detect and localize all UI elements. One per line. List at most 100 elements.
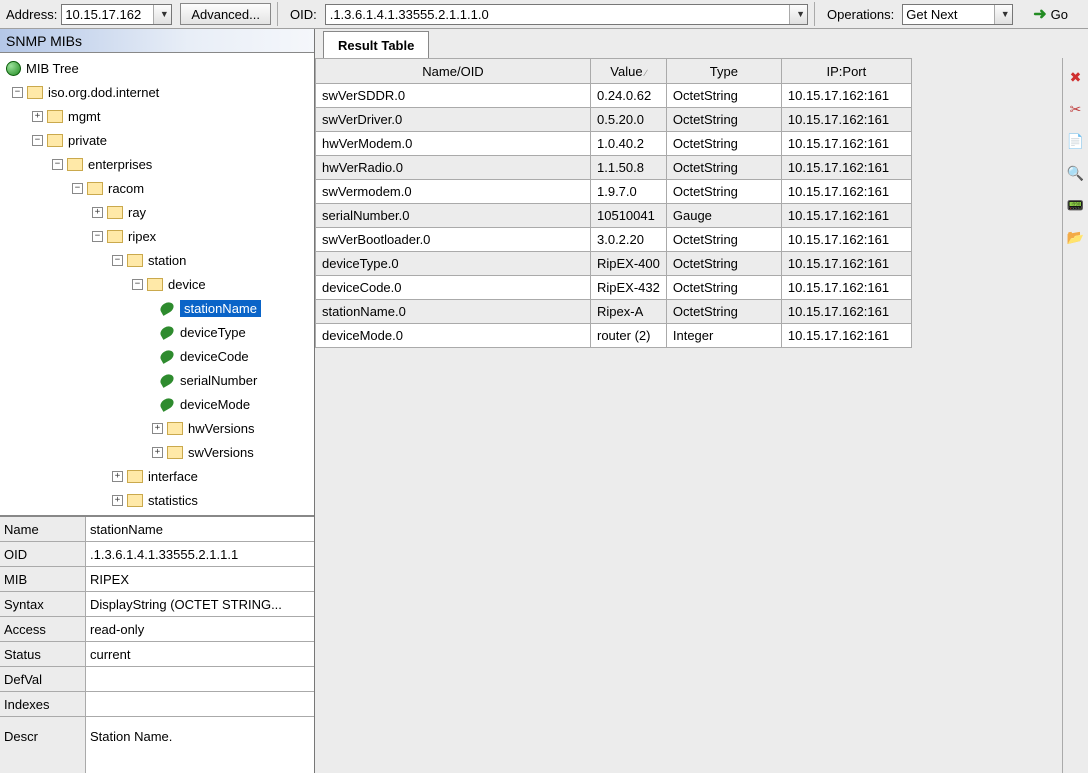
detail-row-status: Statuscurrent — [0, 642, 314, 667]
cell-name: stationName.0 — [316, 300, 591, 324]
col-ip[interactable]: IP:Port — [781, 59, 911, 84]
cell-name: swVerBootloader.0 — [316, 228, 591, 252]
cell-name: serialNumber.0 — [316, 204, 591, 228]
mib-tree[interactable]: MIB Tree −iso.org.dod.internet +mgmt −pr… — [0, 53, 314, 516]
chevron-down-icon[interactable]: ▼ — [789, 5, 807, 24]
folder-icon — [107, 206, 123, 219]
cell-ip: 10.15.17.162:161 — [781, 300, 911, 324]
tree-leaf-devicetype[interactable]: deviceType — [6, 320, 314, 344]
col-type[interactable]: Type — [666, 59, 781, 84]
folder-icon — [167, 446, 183, 459]
search-icon[interactable]: 🔍 — [1067, 164, 1085, 182]
cell-value: 1.1.50.8 — [591, 156, 667, 180]
cell-type: Integer — [666, 324, 781, 348]
table-row[interactable]: serialNumber.010510041Gauge10.15.17.162:… — [316, 204, 912, 228]
table-row[interactable]: stationName.0Ripex-AOctetString10.15.17.… — [316, 300, 912, 324]
operations-value: Get Next — [903, 7, 957, 22]
table-header-row[interactable]: Name/OID Value Type IP:Port — [316, 59, 912, 84]
folder-icon — [167, 422, 183, 435]
folder-icon — [87, 182, 103, 195]
cell-value: Ripex-A — [591, 300, 667, 324]
cell-value: 0.5.20.0 — [591, 108, 667, 132]
tree-node-iso[interactable]: −iso.org.dod.internet — [6, 80, 314, 104]
tree-node-ripex[interactable]: −ripex — [6, 224, 314, 248]
tab-result-table[interactable]: Result Table — [323, 31, 429, 58]
folder-icon — [107, 230, 123, 243]
oid-input[interactable]: .1.3.6.1.4.1.33555.2.1.1.1.0 ▼ — [325, 4, 808, 25]
open-icon[interactable]: 📂 — [1067, 228, 1085, 246]
tree-node-ray[interactable]: +ray — [6, 200, 314, 224]
address-combo[interactable]: 10.15.17.162 ▼ — [61, 4, 172, 25]
table-row[interactable]: swVermodem.01.9.7.0OctetString10.15.17.1… — [316, 180, 912, 204]
cell-type: OctetString — [666, 276, 781, 300]
chevron-down-icon[interactable]: ▼ — [994, 5, 1012, 24]
mibs-header: SNMP MIBs — [0, 29, 314, 53]
tree-node-device[interactable]: −device — [6, 272, 314, 296]
table-row[interactable]: swVerSDDR.00.24.0.62OctetString10.15.17.… — [316, 84, 912, 108]
device-icon[interactable]: 📟 — [1067, 196, 1085, 214]
tree-node-hwversions[interactable]: +hwVersions — [6, 416, 314, 440]
tree-node-enterprises[interactable]: −enterprises — [6, 152, 314, 176]
cell-type: OctetString — [666, 252, 781, 276]
table-row[interactable]: deviceCode.0RipEX-432OctetString10.15.17… — [316, 276, 912, 300]
cell-name: swVerDriver.0 — [316, 108, 591, 132]
cell-name: hwVerRadio.0 — [316, 156, 591, 180]
cell-ip: 10.15.17.162:161 — [781, 204, 911, 228]
tree-node-mgmt[interactable]: +mgmt — [6, 104, 314, 128]
table-row[interactable]: deviceMode.0router (2)Integer10.15.17.16… — [316, 324, 912, 348]
go-button[interactable]: ➜ Go — [1027, 3, 1074, 25]
table-row[interactable]: hwVerModem.01.0.40.2OctetString10.15.17.… — [316, 132, 912, 156]
tree-node-station[interactable]: −station — [6, 248, 314, 272]
advanced-button[interactable]: Advanced... — [180, 3, 271, 25]
tree-node-private[interactable]: −private — [6, 128, 314, 152]
cell-type: OctetString — [666, 228, 781, 252]
tree-leaf-stationname[interactable]: stationName — [6, 296, 314, 320]
detail-row-name: NamestationName — [0, 517, 314, 542]
tree-root[interactable]: MIB Tree — [6, 56, 314, 80]
tree-leaf-serialnumber[interactable]: serialNumber — [6, 368, 314, 392]
table-row[interactable]: deviceType.0RipEX-400OctetString10.15.17… — [316, 252, 912, 276]
new-doc-icon[interactable]: 📄 — [1067, 132, 1085, 150]
detail-row-descr: DescrStation Name. — [0, 717, 314, 773]
col-value[interactable]: Value — [591, 59, 667, 84]
cell-value: 1.0.40.2 — [591, 132, 667, 156]
cell-type: OctetString — [666, 132, 781, 156]
result-table[interactable]: Name/OID Value Type IP:Port swVerSDDR.00… — [315, 58, 912, 348]
address-value: 10.15.17.162 — [62, 7, 141, 22]
cell-name: swVermodem.0 — [316, 180, 591, 204]
delete-icon[interactable]: ✂ — [1067, 100, 1085, 118]
leaf-icon — [158, 348, 175, 364]
folder-icon — [147, 278, 163, 291]
tree-icon — [6, 61, 21, 76]
close-icon[interactable]: ✖ — [1067, 68, 1085, 86]
tree-leaf-devicemode[interactable]: deviceMode — [6, 392, 314, 416]
tree-leaf-devicecode[interactable]: deviceCode — [6, 344, 314, 368]
table-row[interactable]: swVerDriver.00.5.20.0OctetString10.15.17… — [316, 108, 912, 132]
cell-ip: 10.15.17.162:161 — [781, 180, 911, 204]
side-toolbar: ✖ ✂ 📄 🔍 📟 📂 — [1062, 58, 1088, 773]
tree-node-interface[interactable]: +interface — [6, 464, 314, 488]
tree-node-statistics[interactable]: +statistics — [6, 488, 314, 512]
tree-node-racom[interactable]: −racom — [6, 176, 314, 200]
folder-icon — [67, 158, 83, 171]
detail-row-oid: OID.1.3.6.1.4.1.33555.2.1.1.1 — [0, 542, 314, 567]
cell-name: hwVerModem.0 — [316, 132, 591, 156]
table-row[interactable]: hwVerRadio.01.1.50.8OctetString10.15.17.… — [316, 156, 912, 180]
operations-select[interactable]: Get Next ▼ — [902, 4, 1013, 25]
leaf-icon — [158, 396, 175, 412]
cell-ip: 10.15.17.162:161 — [781, 324, 911, 348]
detail-row-syntax: SyntaxDisplayString (OCTET STRING... — [0, 592, 314, 617]
table-row[interactable]: swVerBootloader.03.0.2.20OctetString10.1… — [316, 228, 912, 252]
cell-type: OctetString — [666, 180, 781, 204]
tree-node-swversions[interactable]: +swVersions — [6, 440, 314, 464]
folder-icon — [127, 470, 143, 483]
folder-icon — [47, 110, 63, 123]
cell-name: swVerSDDR.0 — [316, 84, 591, 108]
col-name[interactable]: Name/OID — [316, 59, 591, 84]
cell-type: OctetString — [666, 300, 781, 324]
separator — [277, 2, 278, 26]
go-arrow-icon: ➜ — [1033, 4, 1046, 24]
oid-value: .1.3.6.1.4.1.33555.2.1.1.1.0 — [326, 7, 489, 22]
chevron-down-icon[interactable]: ▼ — [153, 5, 171, 24]
leaf-icon — [158, 300, 175, 316]
